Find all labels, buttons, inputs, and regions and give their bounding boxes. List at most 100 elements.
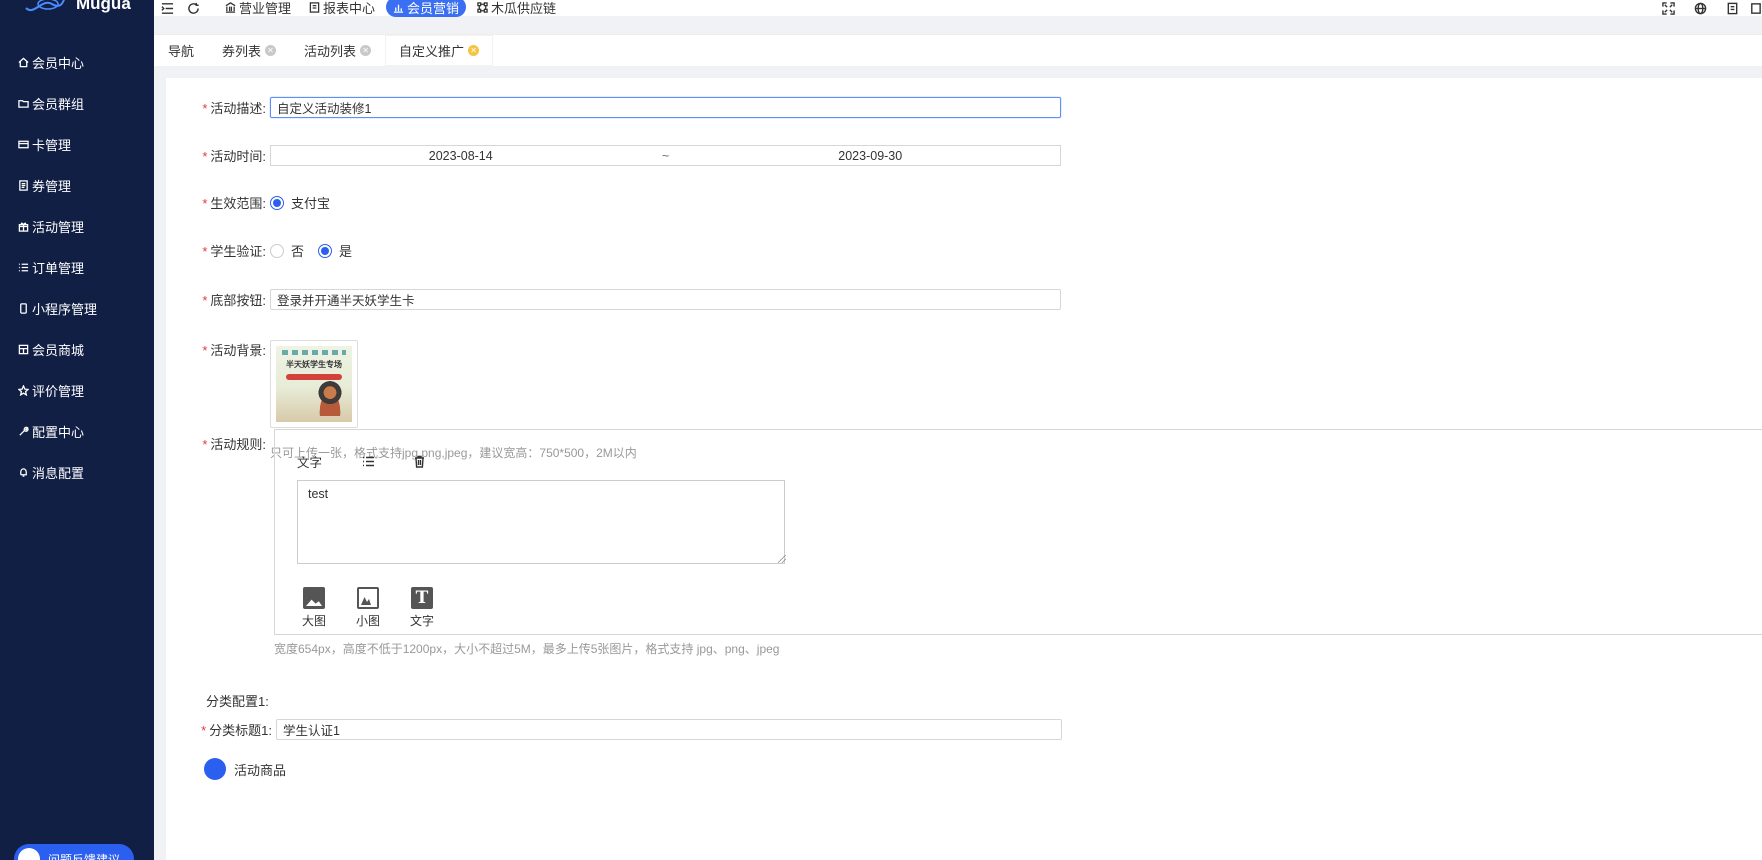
form-row-desc: * 活动描述: 自定义活动装修1 bbox=[166, 97, 1061, 118]
sidebar-item-label: 会员商城 bbox=[32, 343, 85, 358]
menu-business[interactable]: 营业管理 bbox=[218, 0, 298, 17]
field-label: * 活动规则: bbox=[202, 437, 266, 452]
main-content: * 活动描述: 自定义活动装修1 * 活动时间: 2023-08-14 ~ 2023… bbox=[166, 78, 1762, 860]
fullscreen-icon[interactable] bbox=[1652, 1, 1684, 15]
insert-small-image-button[interactable]: 小图 bbox=[341, 587, 395, 629]
rules-editor: 文字 test 大图 小图 T 文字 bbox=[274, 429, 1762, 635]
activity-desc-input[interactable]: 自定义活动装修1 bbox=[270, 97, 1061, 118]
sidebar-item-member-center[interactable]: 会员中心 bbox=[0, 42, 154, 83]
menu-label: 营业管理 bbox=[239, 0, 292, 16]
close-icon[interactable]: ✕ bbox=[468, 45, 480, 56]
feedback-icon bbox=[18, 848, 40, 860]
top-bar: 营业管理 报表中心 会员营销 木瓜供应链 bbox=[154, 0, 1762, 17]
field-label: * 活动描述: bbox=[202, 101, 266, 116]
student-radio-no[interactable]: 否 bbox=[270, 241, 304, 260]
feedback-button[interactable]: 问题反馈建议 bbox=[14, 844, 134, 860]
tab-label: 导航 bbox=[168, 44, 195, 59]
scope-radio-alipay[interactable]: 支付宝 bbox=[270, 193, 330, 212]
close-icon[interactable]: ✕ bbox=[265, 45, 277, 56]
tab-coupon-list[interactable]: 券列表 ✕ bbox=[208, 35, 290, 66]
sidebar-nav: 会员中心 会员群组 卡管理 券管理 活动管理 订单管理 小程序管理 会员商城 评… bbox=[0, 42, 154, 493]
student-radio-yes[interactable]: 是 bbox=[318, 241, 352, 260]
menu-reports[interactable]: 报表中心 bbox=[302, 0, 382, 17]
folder-icon bbox=[17, 98, 29, 110]
category-heading: 分类配置1: bbox=[206, 694, 269, 709]
sidebar-item-activities[interactable]: 活动管理 bbox=[0, 206, 154, 247]
next-label: 活动商品 bbox=[234, 762, 287, 778]
sidebar-item-label: 订单管理 bbox=[32, 261, 85, 276]
small-image-icon bbox=[357, 587, 379, 609]
tab-activity-list[interactable]: 活动列表 ✕ bbox=[290, 35, 385, 66]
form-row-category-title: * 分类标题1: 学生认证1 bbox=[166, 719, 1062, 740]
bank-icon bbox=[225, 1, 236, 13]
sidebar-item-label: 活动管理 bbox=[32, 220, 85, 235]
tab-nav[interactable]: 导航 bbox=[154, 35, 208, 66]
sidebar: Mugua 会员中心 会员群组 卡管理 券管理 活动管理 订单管理 小程序管理 … bbox=[0, 0, 154, 860]
menu-label: 报表中心 bbox=[323, 0, 376, 16]
chain-icon bbox=[477, 1, 488, 13]
toggle-icon[interactable] bbox=[204, 758, 226, 780]
form-row-bottom-button: * 底部按钮: 登录并开通半天妖学生卡 bbox=[166, 289, 1061, 310]
sidebar-item-config[interactable]: 配置中心 bbox=[0, 411, 154, 452]
bell-icon bbox=[17, 467, 29, 479]
trash-icon[interactable] bbox=[413, 455, 426, 468]
top-right-tools bbox=[1652, 0, 1762, 16]
sidebar-item-miniprogram[interactable]: 小程序管理 bbox=[0, 288, 154, 329]
start-date[interactable]: 2023-08-14 bbox=[271, 149, 651, 163]
editor-block-type: 文字 bbox=[297, 456, 323, 470]
thumbnail-title: 半天妖学生专场 bbox=[286, 360, 342, 369]
document-icon[interactable] bbox=[1716, 2, 1748, 15]
store-icon bbox=[17, 344, 29, 356]
sidebar-item-mall[interactable]: 会员商城 bbox=[0, 329, 154, 370]
user-icon[interactable] bbox=[1748, 2, 1762, 15]
logo-wave-icon bbox=[25, 0, 65, 11]
tab-custom-promotion[interactable]: 自定义推广 ✕ bbox=[385, 35, 494, 66]
insert-text-button[interactable]: T 文字 bbox=[395, 587, 449, 629]
field-label: * 底部按钮: bbox=[202, 293, 266, 308]
background-image-upload[interactable]: 半天妖学生专场 bbox=[270, 340, 358, 428]
resize-handle[interactable] bbox=[778, 555, 786, 563]
end-date[interactable]: 2023-09-30 bbox=[681, 149, 1061, 163]
report-icon bbox=[309, 1, 320, 13]
sidebar-item-reviews[interactable]: 评价管理 bbox=[0, 370, 154, 411]
form-row-next: 活动商品 bbox=[204, 758, 286, 780]
large-image-icon bbox=[303, 587, 325, 609]
sidebar-item-member-groups[interactable]: 会员群组 bbox=[0, 83, 154, 124]
tab-label: 券列表 bbox=[222, 44, 262, 59]
sidebar-item-orders[interactable]: 订单管理 bbox=[0, 247, 154, 288]
radio-dot bbox=[270, 243, 284, 258]
menu-supply-chain[interactable]: 木瓜供应链 bbox=[470, 0, 563, 17]
refresh-icon[interactable] bbox=[180, 2, 206, 15]
bottom-button-input[interactable]: 登录并开通半天妖学生卡 bbox=[270, 289, 1061, 310]
rules-textarea[interactable]: test bbox=[297, 480, 785, 564]
globe-icon[interactable] bbox=[1684, 2, 1716, 15]
form-row-scope: * 生效范围: 支付宝 bbox=[166, 193, 344, 212]
sidebar-item-coupons[interactable]: 券管理 bbox=[0, 165, 154, 206]
tab-bar: 导航 券列表 ✕ 活动列表 ✕ 自定义推广 ✕ bbox=[154, 34, 1762, 66]
sidebar-item-messages[interactable]: 消息配置 bbox=[0, 452, 154, 493]
field-label: * 分类标题1: bbox=[201, 723, 272, 738]
insert-large-image-button[interactable]: 大图 bbox=[287, 587, 341, 629]
menu-label: 会员营销 bbox=[407, 0, 460, 16]
menu-marketing[interactable]: 会员营销 bbox=[386, 0, 467, 17]
date-range-picker[interactable]: 2023-08-14 ~ 2023-09-30 bbox=[270, 145, 1061, 166]
feedback-label: 问题反馈建议 bbox=[48, 852, 121, 860]
category-heading-row: 分类配置1: bbox=[206, 691, 269, 710]
form-row-time: * 活动时间: 2023-08-14 ~ 2023-09-30 bbox=[166, 145, 1061, 166]
logo[interactable]: Mugua bbox=[0, 0, 154, 14]
field-label: * 活动背景: bbox=[202, 343, 266, 358]
category-title-input[interactable]: 学生认证1 bbox=[276, 719, 1062, 740]
collapse-menu-icon[interactable] bbox=[154, 2, 180, 15]
form-row-rules: * 活动规则: bbox=[166, 434, 270, 453]
gift-icon bbox=[17, 221, 29, 233]
wrench-icon bbox=[17, 426, 29, 438]
sidebar-item-label: 评价管理 bbox=[32, 384, 85, 399]
close-icon[interactable]: ✕ bbox=[360, 45, 372, 56]
card-icon bbox=[17, 139, 29, 151]
sidebar-item-cards[interactable]: 卡管理 bbox=[0, 124, 154, 165]
mobile-icon bbox=[17, 303, 29, 315]
tab-label: 自定义推广 bbox=[399, 44, 465, 59]
list-order-icon[interactable] bbox=[362, 455, 375, 468]
radio-dot bbox=[270, 195, 284, 210]
sidebar-item-label: 会员群组 bbox=[32, 97, 85, 112]
